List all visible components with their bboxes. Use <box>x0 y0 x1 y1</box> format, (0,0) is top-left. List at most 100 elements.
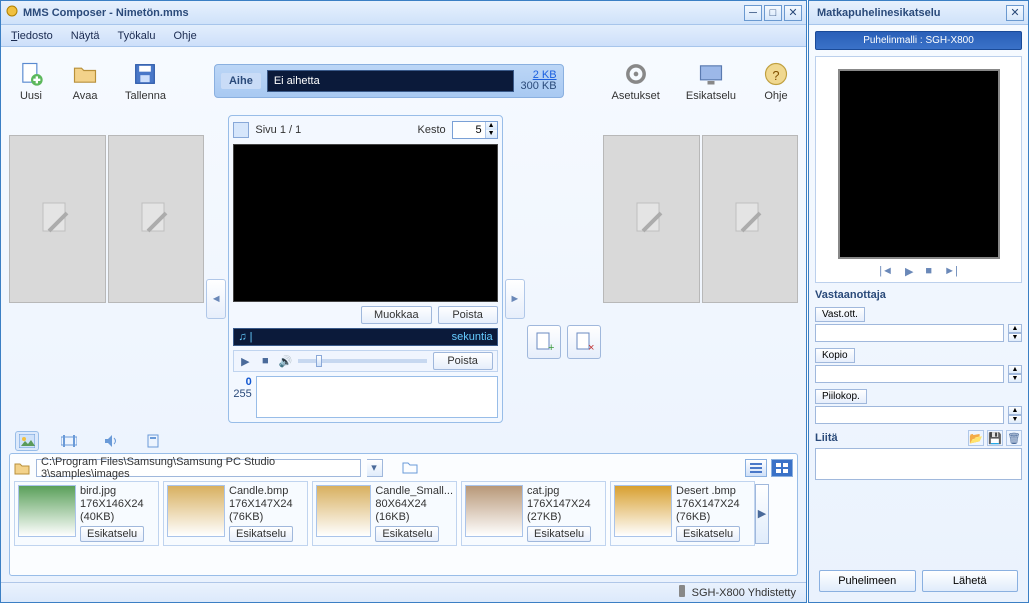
preview-body: Puhelinmalli : SGH-X800 |◄ ▶ ■ ►| Vastaa… <box>809 25 1028 602</box>
attach-delete-icon[interactable]: 🗑 <box>1006 430 1022 446</box>
titlebar: MMS Composer - Nimetön.mms ─ □ ✕ <box>1 1 806 25</box>
char-counter: 0 255 <box>233 376 251 400</box>
bcc-input[interactable] <box>815 406 1004 424</box>
file-preview-button[interactable]: Esikatselu <box>229 526 293 542</box>
cc-button[interactable]: Kopio <box>815 348 855 363</box>
settings-button[interactable]: Asetukset <box>604 58 668 104</box>
minimize-button[interactable]: ─ <box>744 5 762 21</box>
view-list-button[interactable] <box>745 459 767 477</box>
monitor-icon <box>697 60 725 88</box>
remove-page-button[interactable]: × <box>567 325 601 359</box>
preview-button[interactable]: Esikatselu <box>678 58 744 104</box>
edit-button[interactable]: Muokkaa <box>361 306 432 324</box>
file-card[interactable]: Desert .bmp176X147X24(76KB)Esikatselu <box>610 481 755 546</box>
slide-slot-1[interactable] <box>9 135 106 303</box>
slide-canvas[interactable] <box>233 144 497 302</box>
audio-track[interactable]: ♫ | sekuntia <box>233 328 497 346</box>
preview-stop-button[interactable]: ■ <box>925 265 932 278</box>
help-button[interactable]: ? Ohje <box>754 58 798 104</box>
file-name: bird.jpg <box>80 485 155 497</box>
file-name: Candle.bmp <box>229 485 304 497</box>
attach-section: Liitä 📂 💾 🗑 <box>815 430 1022 480</box>
preview-player-controls: |◄ ▶ ■ ►| <box>879 265 958 278</box>
open-button[interactable]: Avaa <box>63 58 107 104</box>
file-size: (76KB) <box>676 511 751 523</box>
to-phone-button[interactable]: Puhelimeen <box>819 570 916 592</box>
cc-down[interactable]: ▼ <box>1008 374 1022 383</box>
tab-other[interactable] <box>141 431 165 451</box>
path-input[interactable]: C:\Program Files\Samsung\Samsung PC Stud… <box>36 459 361 477</box>
slide-slot-2[interactable] <box>108 135 205 303</box>
attachment-list[interactable] <box>815 448 1022 480</box>
recipients-heading: Vastaanottaja <box>815 289 1022 301</box>
bcc-down[interactable]: ▼ <box>1008 415 1022 424</box>
attach-save-icon[interactable]: 💾 <box>987 430 1003 446</box>
file-card[interactable]: Candle.bmp176X147X24(76KB)Esikatselu <box>163 481 308 546</box>
file-preview-button[interactable]: Esikatselu <box>676 526 740 542</box>
file-name: Desert .bmp <box>676 485 751 497</box>
close-button[interactable]: ✕ <box>784 5 802 21</box>
save-button[interactable]: Tallenna <box>117 58 174 104</box>
tab-video[interactable] <box>57 431 81 451</box>
chars-max: 255 <box>233 388 251 400</box>
new-button[interactable]: Uusi <box>9 58 53 104</box>
tab-images[interactable] <box>15 431 39 451</box>
spin-down[interactable]: ▼ <box>486 130 497 138</box>
thumbnail-image <box>614 485 672 537</box>
message-text-input[interactable] <box>256 376 498 418</box>
page-icon <box>233 122 249 138</box>
statusbar: SGH-X800 Yhdistetty <box>1 582 806 602</box>
menu-view[interactable]: Näytä <box>71 30 100 42</box>
file-card[interactable]: cat.jpg176X147X24(27KB)Esikatselu <box>461 481 606 546</box>
tab-audio[interactable] <box>99 431 123 451</box>
attach-open-icon[interactable]: 📂 <box>968 430 984 446</box>
to-button[interactable]: Vast.ott. <box>815 307 865 322</box>
skip-back-button[interactable]: |◄ <box>879 265 893 278</box>
bcc-button[interactable]: Piilokop. <box>815 389 867 404</box>
canvas-buttons: Muokkaa Poista <box>233 306 497 324</box>
skip-fwd-button[interactable]: ►| <box>944 265 958 278</box>
bcc-up[interactable]: ▲ <box>1008 406 1022 415</box>
menu-file[interactable]: Tiedosto <box>11 30 53 42</box>
play-button[interactable]: ▶ <box>238 354 252 368</box>
total-size: 300 KB <box>520 81 556 92</box>
send-button[interactable]: Lähetä <box>922 570 1019 592</box>
cc-input[interactable] <box>815 365 1004 383</box>
file-preview-button[interactable]: Esikatselu <box>80 526 144 542</box>
browse-up-icon[interactable] <box>401 458 419 477</box>
menu-help[interactable]: Ohje <box>173 30 196 42</box>
duration-spinner[interactable]: 5 ▲▼ <box>452 121 498 139</box>
to-up[interactable]: ▲ <box>1008 324 1022 333</box>
stop-button[interactable]: ■ <box>258 354 272 368</box>
subject-label: Aihe <box>221 73 261 89</box>
maximize-button[interactable]: □ <box>764 5 782 21</box>
next-slide-button[interactable]: ► <box>505 279 525 319</box>
preview-titlebar: Matkapuhelinesikatselu ✕ <box>809 1 1028 25</box>
slide-slot-3[interactable] <box>603 135 700 303</box>
delete-audio-button[interactable]: Poista <box>433 352 493 370</box>
duration-value: 5 <box>453 122 485 138</box>
file-card[interactable]: Candle_Small...80X64X24(16KB)Esikatselu <box>312 481 457 546</box>
volume-knob[interactable] <box>316 355 322 367</box>
view-thumb-button[interactable] <box>771 459 793 477</box>
path-dropdown[interactable]: ▾ <box>367 459 383 477</box>
file-preview-button[interactable]: Esikatselu <box>375 526 439 542</box>
volume-slider[interactable] <box>298 359 426 363</box>
slide-slot-4[interactable] <box>702 135 799 303</box>
prev-slide-button[interactable]: ◄ <box>206 279 226 319</box>
to-input[interactable] <box>815 324 1004 342</box>
menu-tools[interactable]: Työkalu <box>118 30 156 42</box>
file-dimensions: 176X146X24 <box>80 498 155 510</box>
cc-up[interactable]: ▲ <box>1008 365 1022 374</box>
preview-play-button[interactable]: ▶ <box>905 265 913 278</box>
to-down[interactable]: ▼ <box>1008 333 1022 342</box>
delete-image-button[interactable]: Poista <box>438 306 498 324</box>
thumbs-scroll-right[interactable]: ▶ <box>755 484 769 544</box>
add-page-button[interactable]: + <box>527 325 561 359</box>
file-preview-button[interactable]: Esikatselu <box>527 526 591 542</box>
subject-input[interactable]: Ei aihetta <box>267 70 515 92</box>
path-row: C:\Program Files\Samsung\Samsung PC Stud… <box>14 458 793 477</box>
spin-up[interactable]: ▲ <box>486 122 497 130</box>
file-card[interactable]: bird.jpg176X146X24(40KB)Esikatselu <box>14 481 159 546</box>
preview-close-button[interactable]: ✕ <box>1006 5 1024 21</box>
